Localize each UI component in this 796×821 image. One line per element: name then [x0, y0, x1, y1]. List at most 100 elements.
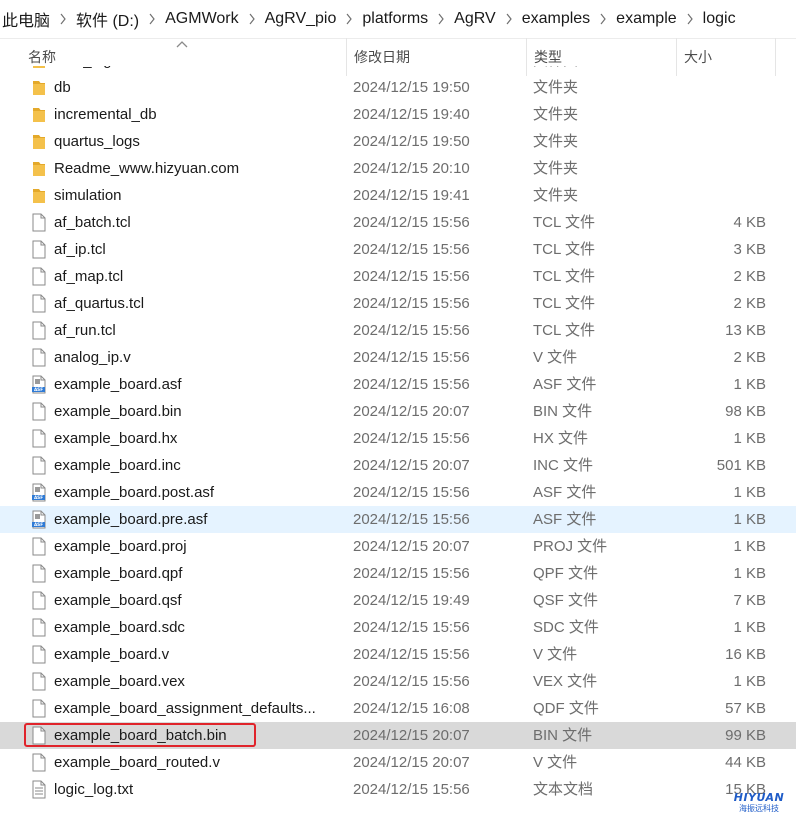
breadcrumb-item[interactable]: platforms: [356, 10, 434, 28]
file-row[interactable]: af_ip.tcl 2024/12/15 15:56 TCL 文件 3 KB: [0, 236, 796, 263]
file-type: INC 文件: [533, 457, 594, 474]
file-name: af_map.tcl: [54, 268, 124, 285]
file-row[interactable]: example_board_batch.bin 2024/12/15 20:07 B…: [0, 722, 796, 749]
chevron-right-icon[interactable]: [56, 13, 70, 25]
chevron-right-icon[interactable]: [145, 13, 159, 25]
file-row[interactable]: example_board_assignment_defaults... 2024…: [0, 695, 796, 722]
file-row[interactable]: example_board.v 2024/12/15 15:56 V 文件 16 KB: [0, 641, 796, 668]
chevron-right-icon[interactable]: [683, 13, 697, 25]
file-size: 99 KB: [725, 727, 766, 744]
file-icon: [30, 591, 48, 610]
file-row[interactable]: af_map.tcl 2024/12/15 15:56 TCL 文件 2 KB: [0, 263, 796, 290]
file-row[interactable]: example_board.vex 2024/12/15 15:56 VEX 文件 1…: [0, 668, 796, 695]
file-row[interactable]: simulation 2024/12/15 19:41 文件夹: [0, 182, 796, 209]
chevron-right-icon[interactable]: [245, 13, 259, 25]
file-date: 2024/12/15 15:56: [353, 295, 470, 312]
file-row[interactable]: ASF example_board.post.asf 2024/12/15 15:5…: [0, 479, 796, 506]
breadcrumb-item[interactable]: example: [610, 10, 682, 28]
file-row[interactable]: Readme_www.hizyuan.com 2024/12/15 20:10 文件…: [0, 155, 796, 182]
file-row[interactable]: example_board_routed.v 2024/12/15 20:07 V …: [0, 749, 796, 776]
file-name: example_board.v: [54, 646, 170, 663]
file-date: 2024/12/15 15:56: [353, 511, 470, 528]
file-row[interactable]: ASF example_board.asf 2024/12/15 15:56 ASF …: [0, 371, 796, 398]
file-row[interactable]: example_board.qpf 2024/12/15 15:56 QPF 文件 1…: [0, 560, 796, 587]
svg-text:ASF: ASF: [34, 387, 43, 392]
file-icon: [30, 402, 48, 421]
file-name: example_board.inc: [54, 457, 181, 474]
file-date: 2024/12/15 15:56: [353, 646, 470, 663]
breadcrumb-item[interactable]: 软件 (D:): [70, 7, 145, 31]
file-date: 2024/12/15 15:56: [353, 214, 470, 231]
file-size: 44 KB: [725, 754, 766, 771]
breadcrumb-item[interactable]: AGMWork: [159, 10, 244, 28]
file-type: QDF 文件: [533, 700, 599, 717]
breadcrumb-item[interactable]: AgRV_pio: [259, 10, 343, 28]
file-row[interactable]: logic_log.txt 2024/12/15 15:56 文本文档 15 KB: [0, 776, 796, 803]
file-row[interactable]: data_logs 2024/12/15 20:07 文件夹: [0, 66, 796, 74]
file-row[interactable]: incremental_db 2024/12/15 19:40 文件夹: [0, 101, 796, 128]
folder-icon: [30, 132, 48, 151]
file-row[interactable]: example_board.sdc 2024/12/15 15:56 SDC 文件 1…: [0, 614, 796, 641]
file-name: example_board.qsf: [54, 592, 182, 609]
file-name: example_board.pre.asf: [54, 511, 208, 528]
file-name: af_quartus.tcl: [54, 295, 145, 312]
file-name: example_board.vex: [54, 673, 185, 690]
file-type: TCL 文件: [533, 214, 595, 231]
file-row[interactable]: example_board.hx 2024/12/15 15:56 HX 文件 1 K…: [0, 425, 796, 452]
file-row[interactable]: example_board.qsf 2024/12/15 19:49 QSF 文件 7…: [0, 587, 796, 614]
file-row[interactable]: quartus_logs 2024/12/15 19:50 文件夹: [0, 128, 796, 155]
breadcrumb-item[interactable]: examples: [516, 10, 596, 28]
file-row[interactable]: af_batch.tcl 2024/12/15 15:56 TCL 文件 4 KB: [0, 209, 796, 236]
file-name: example_board.hx: [54, 430, 178, 447]
file-type: TCL 文件: [533, 322, 595, 339]
text-file-icon: [30, 780, 48, 799]
file-date: 2024/12/15 15:56: [353, 565, 470, 582]
file-type: V 文件: [533, 349, 578, 366]
file-name: af_batch.tcl: [54, 214, 131, 231]
file-type: BIN 文件: [533, 403, 593, 420]
file-size: 15 KB: [725, 781, 766, 798]
file-date: 2024/12/15 20:07: [353, 538, 470, 555]
file-row[interactable]: db 2024/12/15 19:50 文件夹: [0, 74, 796, 101]
file-row[interactable]: af_quartus.tcl 2024/12/15 15:56 TCL 文件 2 KB: [0, 290, 796, 317]
file-type: HX 文件: [533, 430, 589, 447]
chevron-right-icon[interactable]: [596, 13, 610, 25]
file-icon: [30, 240, 48, 259]
file-date: 2024/12/15 15:56: [353, 268, 470, 285]
file-date: 2024/12/15 15:56: [353, 781, 470, 798]
file-list[interactable]: data_logs 2024/12/15 20:07 文件夹 db 2024/12/15…: [0, 66, 796, 821]
file-name: analog_ip.v: [54, 349, 131, 366]
file-name: logic_log.txt: [54, 781, 134, 798]
file-name: quartus_logs: [54, 133, 140, 150]
file-type: 文件夹: [533, 133, 579, 150]
file-icon: [30, 753, 48, 772]
folder-icon: [30, 186, 48, 205]
file-row[interactable]: example_board.inc 2024/12/15 20:07 INC 文件 5…: [0, 452, 796, 479]
file-date: 2024/12/15 15:56: [353, 241, 470, 258]
folder-icon: [30, 159, 48, 178]
file-icon: [30, 321, 48, 340]
column-date-label: 修改日期: [354, 49, 410, 65]
file-type: 文件夹: [533, 160, 579, 177]
file-row[interactable]: ASF example_board.pre.asf 2024/12/15 15:56…: [0, 506, 796, 533]
breadcrumb-item[interactable]: AgRV: [448, 10, 502, 28]
file-row[interactable]: analog_ip.v 2024/12/15 15:56 V 文件 2 KB: [0, 344, 796, 371]
svg-text:ASF: ASF: [34, 522, 43, 527]
chevron-right-icon[interactable]: [502, 13, 516, 25]
breadcrumb-item[interactable]: 此电脑: [0, 7, 56, 31]
file-date: 2024/12/15 15:56: [353, 673, 470, 690]
file-size: 1 KB: [733, 430, 766, 447]
file-row[interactable]: af_run.tcl 2024/12/15 15:56 TCL 文件 13 KB: [0, 317, 796, 344]
chevron-right-icon[interactable]: [342, 13, 356, 25]
file-row[interactable]: example_board.bin 2024/12/15 20:07 BIN 文件 9…: [0, 398, 796, 425]
file-row[interactable]: example_board.proj 2024/12/15 20:07 PROJ 文…: [0, 533, 796, 560]
file-date: 2024/12/15 19:50: [353, 79, 470, 96]
file-type: VEX 文件: [533, 673, 598, 690]
chevron-right-icon[interactable]: [434, 13, 448, 25]
file-icon: [30, 213, 48, 232]
file-name: simulation: [54, 187, 122, 204]
file-name: data_logs: [54, 66, 340, 74]
asf-file-icon: ASF: [30, 510, 48, 529]
file-date: 2024/12/15 15:56: [353, 484, 470, 501]
breadcrumb-item[interactable]: logic: [697, 10, 742, 28]
